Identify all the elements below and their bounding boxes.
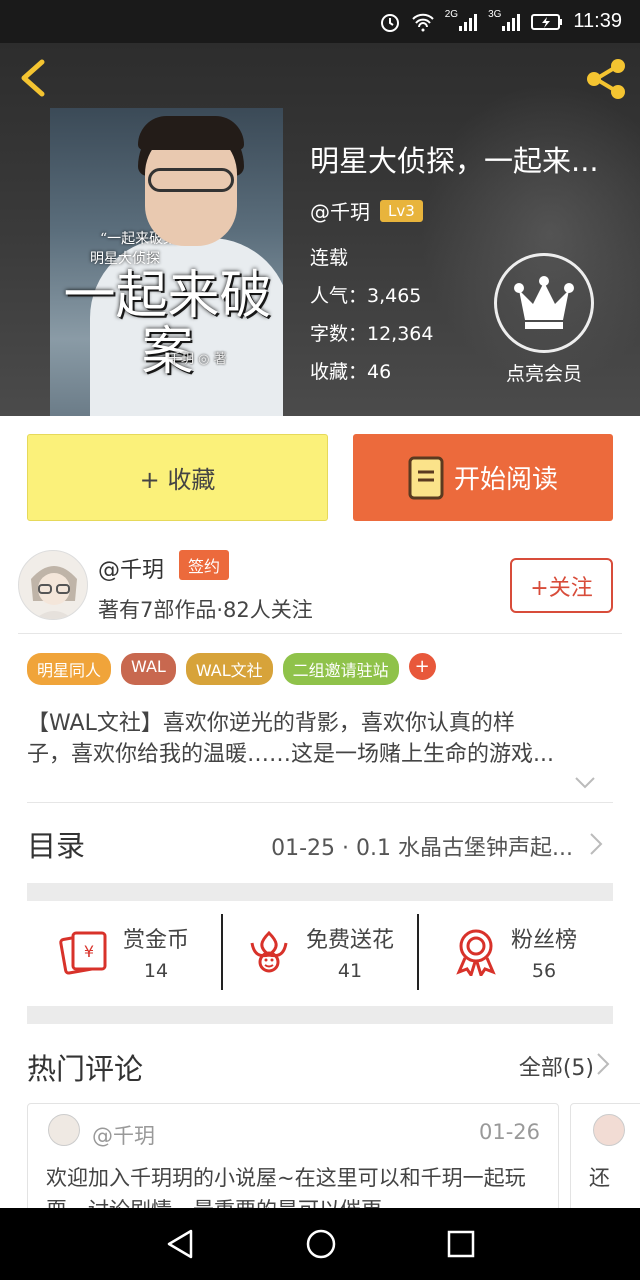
section-gap xyxy=(27,1006,613,1024)
reward-coins[interactable]: ¥ 赏金币 14 xyxy=(27,914,221,990)
comment-card[interactable]: @千玥 01-26 欢迎加入千玥玥的小说屋~在这里可以和千玥一起玩耍，讨论剧情，… xyxy=(27,1103,559,1223)
avatar xyxy=(593,1114,625,1146)
expand-description-button[interactable] xyxy=(574,775,596,794)
comment-text: 还 xyxy=(589,1166,610,1190)
cover-series: 明星大侦探 xyxy=(90,251,160,267)
chevron-right-icon xyxy=(596,1052,610,1080)
back-nav-icon[interactable] xyxy=(165,1228,195,1260)
latest-chapter: 01-25 · 0.1 水晶古堡钟声起... xyxy=(271,836,573,861)
word-count-stat: 字数：12,364 xyxy=(310,323,434,345)
tag-item[interactable]: 二组邀请驻站 xyxy=(282,653,399,685)
book-title: 明星大侦探，一起来... xyxy=(310,144,599,178)
tag-item[interactable]: 明星同人 xyxy=(27,653,112,685)
author-stats: 著有7部作品·82人关注 xyxy=(98,598,313,622)
toc-label: 目录 xyxy=(27,829,86,863)
red-envelope-icon: ¥ xyxy=(59,931,107,975)
author-name: @千玥 xyxy=(310,200,370,224)
crown-icon xyxy=(514,276,574,329)
book-cover[interactable]: “一起来破案” 明星大侦探 一起来破案 千玥 ◎ 著 xyxy=(50,108,283,416)
clock-time: 11:39 xyxy=(573,10,622,32)
section-gap xyxy=(27,883,613,901)
stat-label: 赏金币 xyxy=(122,928,189,953)
start-reading-label: 开始阅读 xyxy=(453,465,558,495)
share-button[interactable] xyxy=(582,55,630,103)
share-icon xyxy=(587,59,625,99)
book-icon xyxy=(408,456,444,499)
book-description[interactable]: 【WAL文社】喜欢你逆光的背影，喜欢你认真的样 子，喜欢你给我的温暖……这是一场… xyxy=(27,708,607,770)
back-button[interactable] xyxy=(18,58,48,98)
all-comments-link[interactable]: 全部(5) xyxy=(519,1050,594,1082)
home-nav-icon[interactable] xyxy=(305,1228,337,1260)
cover-byline: 千玥 ◎ 著 xyxy=(168,352,227,367)
chevron-right-icon xyxy=(589,832,603,860)
comment-date: 01-26 xyxy=(478,1120,540,1144)
serial-status: 连载 xyxy=(310,247,349,269)
hot-comments-title: 热门评论 xyxy=(27,1052,144,1086)
svg-text:¥: ¥ xyxy=(84,942,94,961)
stat-value: 41 xyxy=(337,960,363,982)
tag-list: 明星同人 WAL WAL文社 二组邀请驻站 + xyxy=(27,653,436,685)
author-name-label[interactable]: @千玥 xyxy=(98,552,164,584)
signal-3g-icon: 3G xyxy=(488,9,521,32)
follow-button[interactable]: +关注 xyxy=(510,558,613,613)
divider xyxy=(27,802,613,803)
flower-icon xyxy=(250,930,288,973)
popularity-stat: 人气：3,465 xyxy=(310,285,422,307)
tag-item[interactable]: WAL xyxy=(121,653,176,685)
vip-label: 点亮会员 xyxy=(505,363,582,385)
book-author[interactable]: @千玥 Lv3 xyxy=(310,196,423,225)
description-line: 【WAL文社】喜欢你逆光的背影，喜欢你认真的样 xyxy=(27,711,515,736)
author-info: @千玥 签约 著有7部作品·82人关注 +关注 xyxy=(18,548,622,634)
fan-ranking[interactable]: 粉丝榜 56 xyxy=(417,914,613,990)
stat-label: 粉丝榜 xyxy=(510,928,577,953)
alarm-icon xyxy=(379,11,401,33)
system-nav-bar xyxy=(0,1208,640,1280)
chevron-down-icon xyxy=(575,777,595,789)
medal-icon xyxy=(456,929,496,976)
vip-button[interactable]: 点亮会员 xyxy=(492,253,596,386)
battery-icon xyxy=(531,13,563,31)
signed-badge: 签约 xyxy=(179,550,230,580)
interaction-stats: ¥ 赏金币 14 免费送花 41 粉丝榜 56 xyxy=(27,914,613,990)
signal-2g-icon: 2G xyxy=(445,9,478,32)
recents-nav-icon[interactable] xyxy=(447,1230,475,1258)
start-reading-button[interactable]: 开始阅读 xyxy=(353,434,613,521)
stat-label: 免费送花 xyxy=(305,928,394,953)
chevron-left-icon xyxy=(21,59,45,97)
stat-value: 56 xyxy=(531,960,557,982)
stat-value: 14 xyxy=(143,960,169,982)
comment-card[interactable]: 还 xyxy=(570,1103,640,1223)
status-bar: 2G 3G 11:39 xyxy=(0,0,640,43)
avatar xyxy=(48,1114,80,1146)
wifi-icon xyxy=(411,12,435,32)
free-flowers[interactable]: 免费送花 41 xyxy=(221,914,417,990)
tag-item[interactable]: WAL文社 xyxy=(185,653,273,685)
favorites-stat: 收藏：46 xyxy=(310,361,392,383)
add-tag-button[interactable]: + xyxy=(408,653,436,680)
level-badge: Lv3 xyxy=(380,199,423,222)
avatar[interactable] xyxy=(18,550,88,620)
collect-button[interactable]: + 收藏 xyxy=(27,434,328,521)
description-line: 子，喜欢你给我的温暖……这是一场赌上生命的游戏... xyxy=(27,742,554,767)
comment-user: @千玥 xyxy=(92,1124,155,1148)
table-of-contents-row[interactable]: 目录 01-25 · 0.1 水晶古堡钟声起... xyxy=(27,808,613,880)
